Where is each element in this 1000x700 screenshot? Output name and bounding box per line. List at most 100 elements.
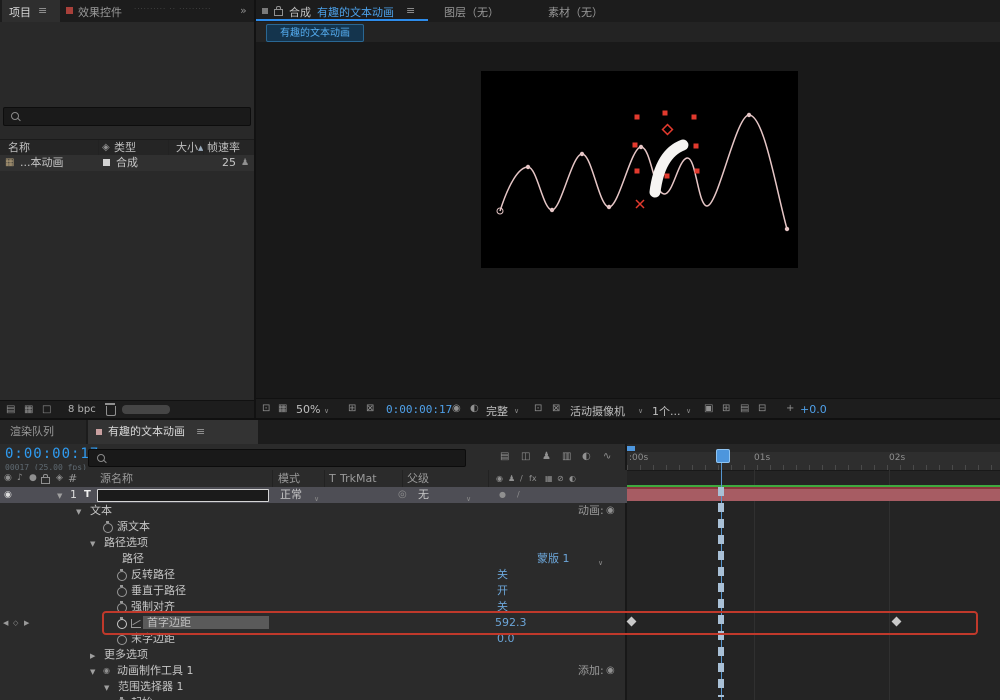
- pixel-aspect-icon[interactable]: ⊞: [722, 403, 730, 414]
- viewer-timecode[interactable]: 0:00:00:17: [386, 403, 452, 416]
- work-area-bar[interactable]: [627, 444, 1000, 452]
- stopwatch-icon[interactable]: [117, 571, 127, 581]
- layer-parent-select[interactable]: 无: [418, 487, 429, 503]
- always-preview-icon[interactable]: ⊡: [262, 403, 270, 414]
- viewer-comp-subtab[interactable]: 有趣的文本动画: [266, 24, 364, 42]
- footer-icon-1[interactable]: ▤: [6, 404, 15, 415]
- column-separator[interactable]: [402, 470, 403, 487]
- chevron-down-icon[interactable]: ∨: [514, 407, 519, 415]
- layer-expander-icon[interactable]: ▼: [57, 488, 62, 504]
- footer-icon-2[interactable]: ▦: [24, 404, 33, 415]
- col-source-name[interactable]: 源名称: [100, 470, 133, 487]
- row-more-options[interactable]: ▶ 更多选项: [0, 647, 627, 663]
- layer-name-input[interactable]: [97, 489, 269, 502]
- path-point[interactable]: [580, 152, 584, 156]
- expand-icon[interactable]: ▶: [90, 648, 95, 664]
- row-start-clipped[interactable]: 起始: [0, 695, 627, 700]
- exposure-value[interactable]: +0.0: [800, 403, 827, 416]
- layer-quality-slash-icon[interactable]: /: [517, 487, 520, 503]
- row-label[interactable]: 文本: [90, 503, 112, 519]
- column-separator[interactable]: [98, 140, 99, 155]
- collapse-icon[interactable]: ▼: [104, 680, 109, 696]
- collapse-icon[interactable]: ▼: [90, 536, 95, 552]
- tab-render-queue[interactable]: 渲染队列: [0, 420, 86, 444]
- row-label[interactable]: 反转路径: [131, 567, 175, 583]
- keyframe-add-icon[interactable]: ◇: [13, 615, 18, 631]
- show-channels-icon[interactable]: ◐: [470, 403, 479, 414]
- row-label[interactable]: 动画制作工具 1: [117, 663, 194, 679]
- resolution-select[interactable]: 完整: [486, 403, 508, 419]
- hide-shy-icon[interactable]: ♟: [542, 451, 551, 462]
- col-type[interactable]: 类型: [114, 140, 136, 155]
- row-label[interactable]: 垂直于路径: [131, 583, 186, 599]
- view-count-select[interactable]: 1个...: [652, 403, 681, 419]
- column-separator[interactable]: [168, 140, 169, 155]
- path-end-point[interactable]: [785, 227, 789, 231]
- lock-icon[interactable]: [274, 9, 283, 16]
- row-value[interactable]: 开: [497, 583, 508, 599]
- magnification-icon[interactable]: ▦: [278, 403, 287, 414]
- tab-comp-prefix[interactable]: 合成: [289, 4, 311, 20]
- row-reverse-path[interactable]: 反转路径 关: [0, 567, 627, 583]
- trash-icon[interactable]: [106, 406, 116, 416]
- region-of-interest-icon[interactable]: ⊡: [534, 403, 542, 414]
- footer-icon-3[interactable]: □: [42, 404, 51, 415]
- frame-blend-icon[interactable]: ▥: [562, 451, 571, 462]
- tab-layer[interactable]: 图层（无）: [444, 4, 499, 20]
- pickwhip-icon[interactable]: ◎: [398, 487, 407, 503]
- timeline-track-area[interactable]: [627, 444, 1000, 700]
- row-source-text[interactable]: 源文本: [0, 519, 627, 535]
- draft3d-icon[interactable]: ◫: [521, 451, 530, 462]
- time-ruler[interactable]: :00s 01s 02s: [627, 452, 1000, 471]
- animate-menu-icon[interactable]: ◉: [606, 503, 615, 519]
- layer-duration-bar[interactable]: [627, 487, 1000, 501]
- item-label-chip[interactable]: [103, 159, 110, 166]
- fast-previews-icon[interactable]: ▤: [740, 403, 749, 414]
- anchor-point-handle[interactable]: [663, 125, 673, 135]
- exposure-reset-icon[interactable]: +: [786, 403, 794, 414]
- col-name[interactable]: 名称: [8, 140, 30, 155]
- col-framerate[interactable]: 帧速率: [207, 140, 240, 155]
- column-separator[interactable]: [272, 470, 273, 487]
- row-range-selector-1[interactable]: ▼ 范围选择器 1: [0, 679, 627, 695]
- row-label[interactable]: 范围选择器 1: [118, 679, 184, 695]
- tab-footage[interactable]: 素材（无）: [548, 4, 603, 20]
- layer-row[interactable]: ◉ ▼ 1 T 正常 ∨ ◎ 无 ∨ ● /: [0, 487, 627, 503]
- zoom-level[interactable]: 50%: [296, 403, 320, 416]
- timeline-current-timecode[interactable]: 0:00:00:17: [5, 446, 99, 462]
- keyframe-next-icon[interactable]: ▶: [24, 615, 29, 631]
- panel-menu-icon[interactable]: ≡: [38, 4, 47, 17]
- project-item-row[interactable]: ▦ ...本动画 合成 25 ♟: [0, 155, 254, 171]
- row-text-group[interactable]: ▼ 文本 动画: ◉: [0, 503, 627, 519]
- timeline-menu-icon[interactable]: ≡: [196, 420, 205, 444]
- view-layout-icon[interactable]: ▣: [704, 403, 713, 414]
- item-name[interactable]: ...本动画: [20, 155, 64, 171]
- row-path-options[interactable]: ▼ 路径选项: [0, 535, 627, 551]
- row-value[interactable]: 关: [497, 567, 508, 583]
- project-search-input[interactable]: [3, 107, 251, 126]
- timeline-button-icon[interactable]: ⊟: [758, 403, 766, 414]
- viewer-menu-icon[interactable]: ≡: [406, 4, 415, 17]
- work-area-start-handle[interactable]: [627, 446, 635, 451]
- path-point[interactable]: [747, 113, 751, 117]
- row-path[interactable]: 路径 蒙版 1 ∨: [0, 551, 627, 567]
- graph-editor-icon[interactable]: ∿: [603, 451, 611, 462]
- motion-blur-icon[interactable]: ◐: [582, 451, 591, 462]
- camera-view-select[interactable]: 活动摄像机: [570, 403, 625, 419]
- path-point[interactable]: [639, 145, 643, 149]
- current-time-indicator-head[interactable]: [716, 449, 730, 463]
- col-parent[interactable]: 父级: [407, 470, 429, 487]
- column-separator[interactable]: [324, 470, 325, 487]
- layer-quality-icon[interactable]: ●: [499, 487, 506, 503]
- column-separator[interactable]: [488, 470, 489, 487]
- row-animator-1[interactable]: ▼ ◉ 动画制作工具 1 添加: ◉: [0, 663, 627, 679]
- transparency-grid-icon[interactable]: ⊠: [552, 403, 560, 414]
- col-mode[interactable]: 模式: [278, 470, 300, 487]
- snapshot-camera-icon[interactable]: ◉: [452, 403, 461, 414]
- collapse-icon[interactable]: ▼: [76, 504, 81, 520]
- grid-guides-icon[interactable]: ⊞: [348, 403, 356, 414]
- tab-overflow-icon[interactable]: »: [240, 4, 247, 17]
- horizontal-scrollbar-thumb[interactable]: [122, 405, 170, 414]
- stopwatch-icon[interactable]: [117, 587, 127, 597]
- col-t[interactable]: T: [329, 470, 336, 487]
